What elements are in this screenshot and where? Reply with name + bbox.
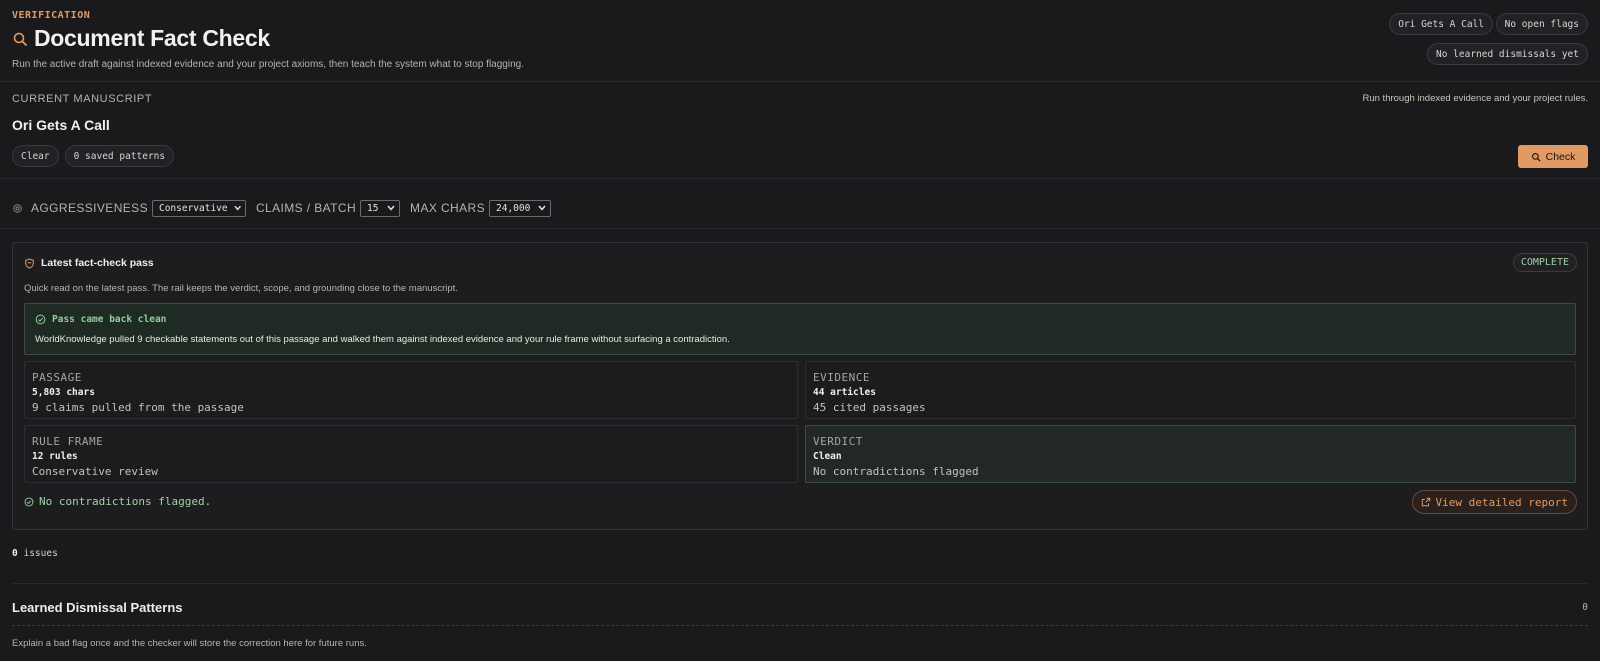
chevron-down-icon	[234, 205, 241, 211]
stat-value: 5,803 chars	[32, 387, 95, 398]
claims-batch-select[interactable]: 15	[360, 199, 401, 217]
controls-bar: AGGRESSIVENESS Conservative CLAIMS / BAT…	[12, 199, 561, 217]
claims-batch-value: 15	[367, 202, 379, 214]
footer-status: No contradictions flagged.	[24, 495, 211, 508]
manuscript-section-label: CURRENT MANUSCRIPT	[12, 93, 153, 105]
chevron-down-icon	[538, 205, 546, 211]
dismissals-title: Learned Dismissal Patterns	[12, 600, 183, 615]
status-badge: COMPLETE	[1512, 253, 1577, 272]
card-title: Latest fact-check pass	[41, 257, 154, 269]
manuscript-divider	[0, 178, 1600, 179]
check-button[interactable]: Check	[1518, 145, 1588, 168]
dismissals-badge[interactable]: No learned dismissals yet	[1427, 43, 1588, 65]
stat-value: 44 articles	[813, 387, 876, 398]
section-eyebrow: VERIFICATION	[12, 10, 91, 21]
stat-detail: 9 claims pulled from the passage	[32, 401, 244, 414]
aggressiveness-label: AGGRESSIVENESS	[31, 201, 148, 215]
card-description: Quick read on the latest pass. The rail …	[24, 283, 458, 294]
search-icon	[13, 32, 27, 46]
max-chars-value: 24,000	[496, 202, 531, 214]
page-subtitle: Run the active draft against indexed evi…	[12, 59, 524, 70]
settings-icon	[13, 203, 22, 213]
stat-label: EVIDENCE	[813, 371, 870, 384]
page-title: Document Fact Check	[34, 25, 270, 51]
clean-result-header: Pass came back clean	[35, 314, 166, 325]
aggressiveness-value: Conservative	[158, 202, 228, 214]
title-row: Document Fact Check	[12, 25, 1588, 52]
search-icon	[1531, 152, 1540, 161]
chevron-down-icon	[387, 205, 395, 211]
view-report-button[interactable]: View detailed report	[1411, 490, 1577, 514]
max-chars-select[interactable]: 24,000	[489, 199, 551, 217]
clear-button[interactable]: Clear	[12, 145, 59, 167]
stat-detail: No contradictions flagged	[813, 465, 979, 478]
shield-icon	[25, 257, 34, 269]
check-circle-icon	[35, 314, 46, 325]
dismissals-count: 0	[1582, 602, 1588, 613]
clean-result-title: Pass came back clean	[52, 314, 167, 325]
external-link-icon	[1421, 497, 1430, 507]
issues-divider	[12, 583, 1588, 584]
stat-detail: 45 cited passages	[813, 401, 926, 414]
stat-verdict: VERDICT Clean No contradictions flagged	[805, 425, 1576, 483]
max-chars-label: MAX CHARS	[410, 201, 485, 215]
stat-label: RULE FRAME	[32, 435, 104, 448]
dismissals-description: Explain a bad flag once and the checker …	[12, 638, 367, 649]
stat-evidence: EVIDENCE 44 articles 45 cited passages	[805, 361, 1576, 419]
stat-label: VERDICT	[813, 435, 863, 448]
issues-count: 0 issues	[12, 548, 58, 559]
stat-label: PASSAGE	[32, 371, 82, 384]
saved-patterns-badge[interactable]: 0 saved patterns	[64, 145, 175, 167]
stat-passage: PASSAGE 5,803 chars 9 claims pulled from…	[24, 361, 798, 419]
aggressiveness-select[interactable]: Conservative	[151, 199, 246, 217]
dismissals-divider	[12, 625, 1588, 626]
page-header: VERIFICATION Document Fact Check Run the…	[12, 10, 1588, 80]
manuscript-title: Ori Gets A Call	[12, 117, 110, 133]
manuscript-badge[interactable]: Ori Gets A Call	[1389, 13, 1493, 35]
stat-value: Clean	[813, 451, 842, 462]
manuscript-actions: Clear 0 saved patterns	[12, 145, 175, 167]
stat-value: 12 rules	[32, 451, 78, 462]
open-flags-badge[interactable]: No open flags	[1495, 13, 1588, 35]
claims-batch-label: CLAIMS / BATCH	[255, 201, 357, 215]
controls-divider	[0, 228, 1600, 229]
check-circle-icon	[24, 497, 34, 506]
stat-rule-frame: RULE FRAME 12 rules Conservative review	[24, 425, 798, 483]
clean-result-text: WorldKnowledge pulled 9 checkable statem…	[35, 334, 730, 345]
fact-check-pass-card: Latest fact-check pass COMPLETE Quick re…	[12, 242, 1588, 530]
view-report-label: View detailed report	[1435, 495, 1568, 509]
clean-result-box: Pass came back clean WorldKnowledge pull…	[24, 303, 1576, 355]
header-badges: Ori Gets A Call No open flags No learned…	[1388, 13, 1588, 69]
header-divider	[0, 81, 1600, 82]
stat-detail: Conservative review	[32, 465, 158, 478]
issues-label: issues	[23, 548, 58, 559]
issues-number: 0	[12, 548, 18, 559]
footer-status-text: No contradictions flagged.	[39, 495, 212, 508]
check-button-label: Check	[1545, 150, 1576, 163]
card-header: Latest fact-check pass	[24, 257, 154, 269]
manuscript-hint: Run through indexed evidence and your pr…	[1362, 93, 1588, 104]
